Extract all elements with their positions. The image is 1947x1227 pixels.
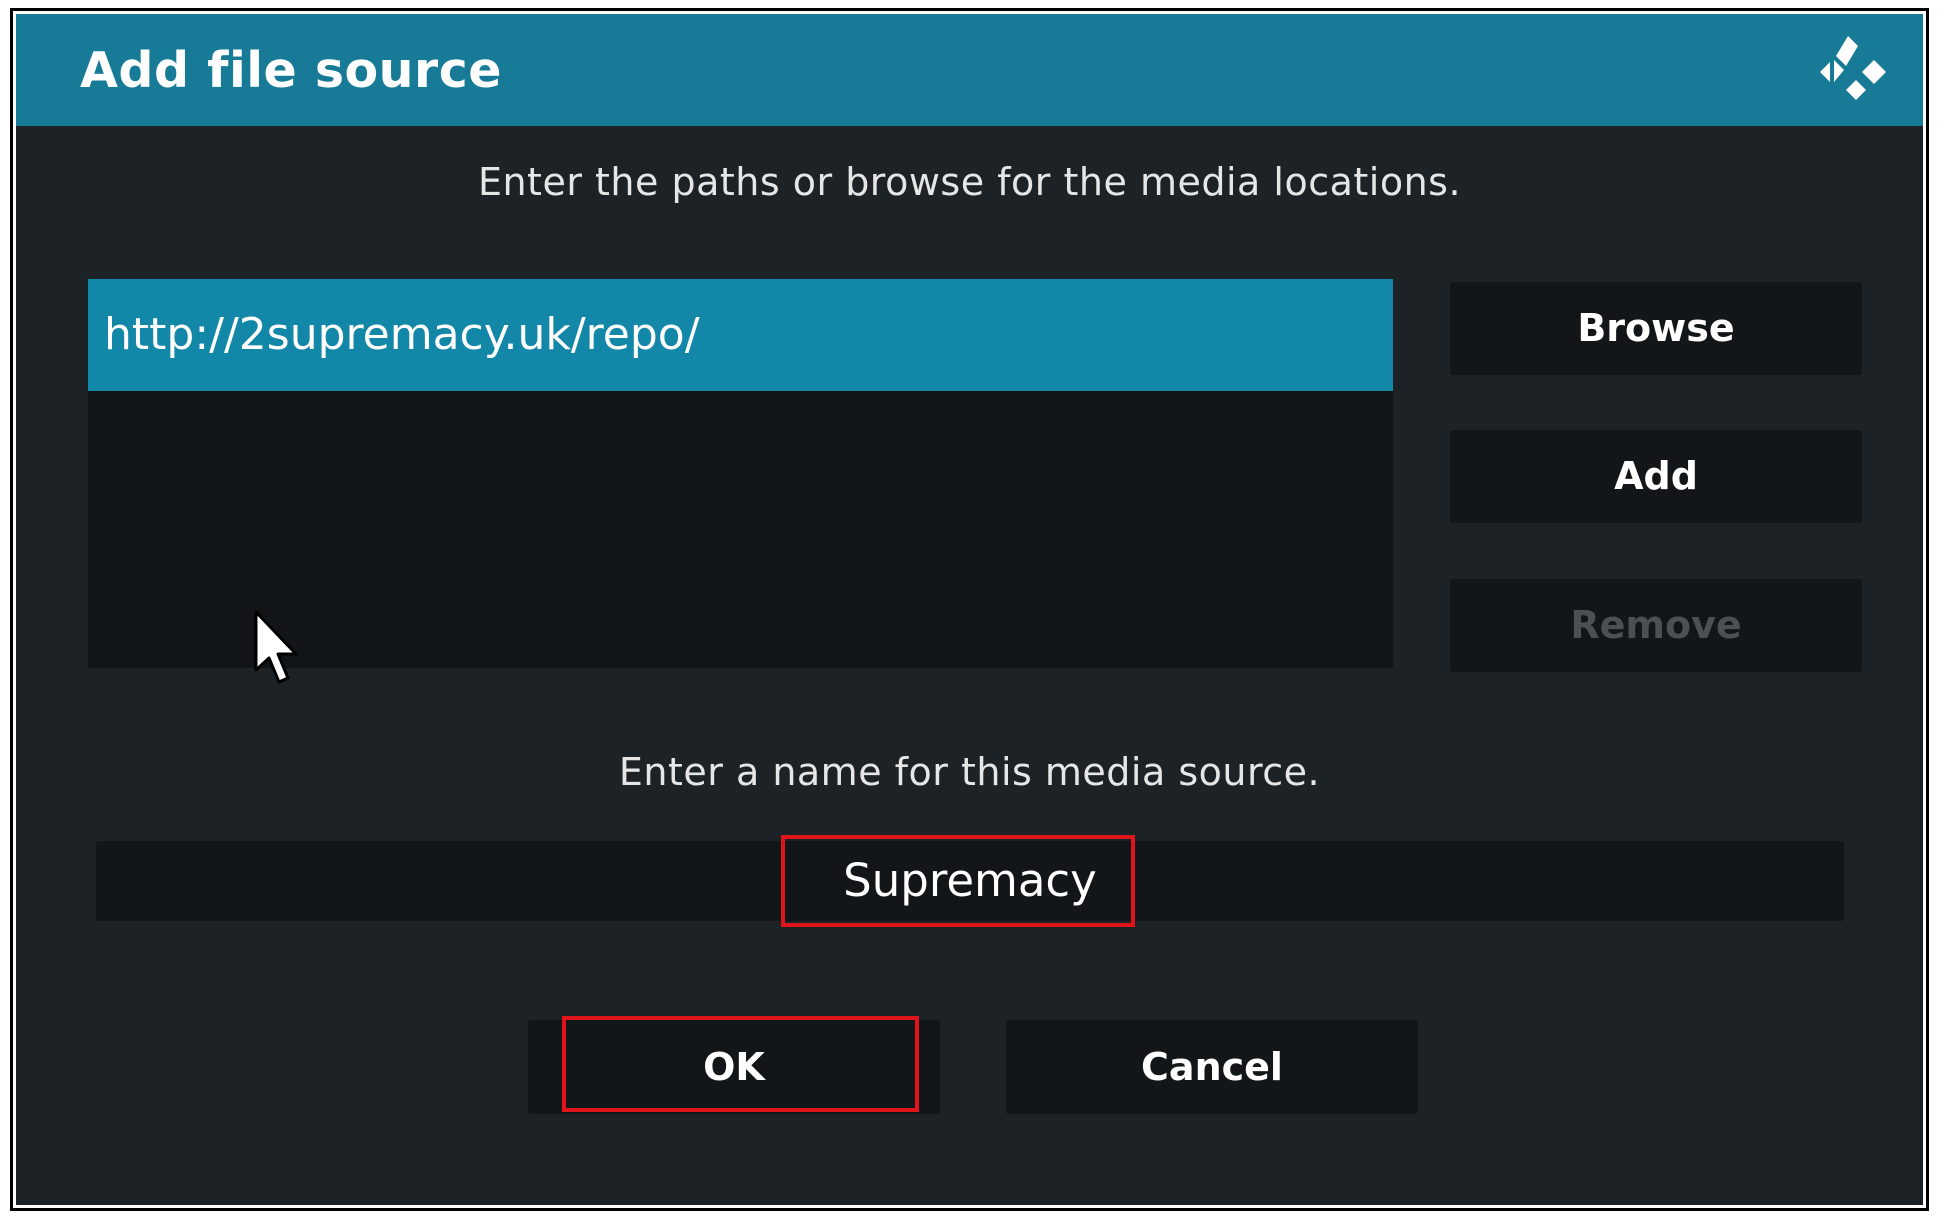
ok-highlight-box [562, 1016, 919, 1112]
browse-button[interactable]: Browse [1450, 282, 1862, 375]
remove-button[interactable]: Remove [1450, 579, 1862, 672]
path-list-item-selected[interactable]: http://2supremacy.uk/repo/ [88, 279, 1393, 391]
add-file-source-dialog: Add file source Enter the paths or brows… [16, 14, 1923, 1205]
add-button[interactable]: Add [1450, 430, 1862, 523]
paths-instruction: Enter the paths or browse for the media … [477, 160, 1462, 204]
cancel-button[interactable]: Cancel [1006, 1020, 1418, 1114]
mouse-pointer-icon [254, 610, 298, 684]
name-instruction: Enter a name for this media source. [618, 750, 1321, 794]
dialog-titlebar: Add file source [16, 14, 1923, 126]
name-highlight-box [781, 835, 1135, 927]
dialog-title: Add file source [80, 42, 502, 99]
kodi-logo-icon [1820, 36, 1886, 100]
